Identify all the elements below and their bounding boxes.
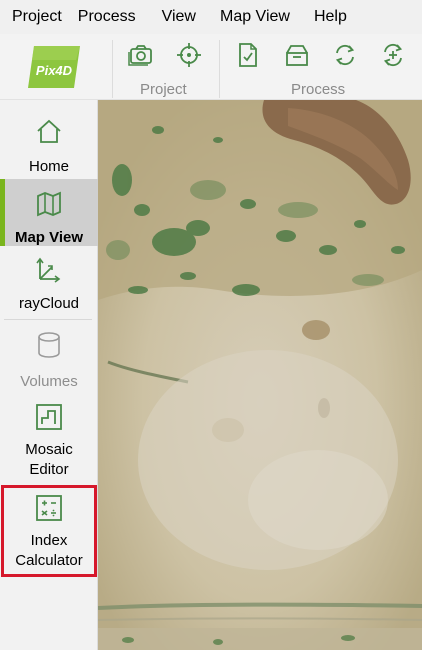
project-group-label: Project bbox=[140, 81, 187, 98]
map-icon bbox=[34, 189, 64, 219]
menu-bar: Project Process View Map View Help bbox=[0, 0, 422, 34]
menu-view[interactable]: View bbox=[146, 0, 206, 34]
camera-stack-icon bbox=[128, 45, 152, 66]
sidebar-item-label: rayCloud bbox=[18, 295, 80, 312]
logo-text: Pix4D bbox=[36, 63, 73, 78]
toolbar-separator bbox=[219, 40, 220, 98]
sidebar-item-label: Volumes bbox=[20, 373, 78, 390]
menu-project[interactable]: Project bbox=[0, 0, 72, 34]
cylinder-icon bbox=[34, 330, 64, 360]
sidebar-item-label: Mosaic Editor bbox=[25, 441, 73, 478]
sidebar-item-volumes[interactable]: Volumes bbox=[0, 320, 98, 396]
new-project-button[interactable] bbox=[126, 40, 156, 70]
toolbar: Pix4D Project Process bbox=[0, 34, 422, 100]
map-view-canvas[interactable] bbox=[98, 100, 422, 650]
index-calculator-highlight-box bbox=[1, 485, 97, 577]
sidebar-item-label: Map View bbox=[14, 229, 84, 246]
sidebar-item-mosaic-editor[interactable]: Mosaic Editor bbox=[0, 396, 98, 484]
sidebar-item-raycloud[interactable]: rayCloud bbox=[0, 246, 98, 318]
pix4d-logo: Pix4D bbox=[26, 44, 82, 90]
rematch-optimize-button[interactable] bbox=[378, 40, 408, 70]
crosshair-icon bbox=[177, 43, 201, 67]
gcp-manager-button[interactable] bbox=[174, 40, 204, 70]
mosaic-editor-icon bbox=[34, 402, 64, 432]
refresh-cycle-icon bbox=[335, 44, 355, 66]
menu-map-view[interactable]: Map View bbox=[206, 0, 300, 34]
open-results-folder-button[interactable] bbox=[282, 40, 312, 70]
sidebar-item-map-view[interactable]: Map View bbox=[0, 179, 98, 246]
processing-options-button[interactable] bbox=[233, 40, 263, 70]
reoptimize-button[interactable] bbox=[330, 40, 360, 70]
open-box-icon bbox=[286, 45, 308, 66]
document-check-icon bbox=[239, 43, 257, 67]
aerial-orthomosaic-image bbox=[98, 100, 422, 650]
raycloud-icon bbox=[34, 254, 64, 284]
sidebar-item-label: Home bbox=[28, 158, 69, 175]
menu-process[interactable]: Process bbox=[72, 0, 146, 34]
sync-plus-icon bbox=[383, 43, 403, 67]
menu-help[interactable]: Help bbox=[300, 0, 357, 34]
toolbar-separator bbox=[112, 40, 113, 98]
process-group-label: Process bbox=[291, 81, 346, 98]
house-icon bbox=[34, 116, 64, 146]
sidebar-item-home[interactable]: Home bbox=[0, 100, 98, 178]
